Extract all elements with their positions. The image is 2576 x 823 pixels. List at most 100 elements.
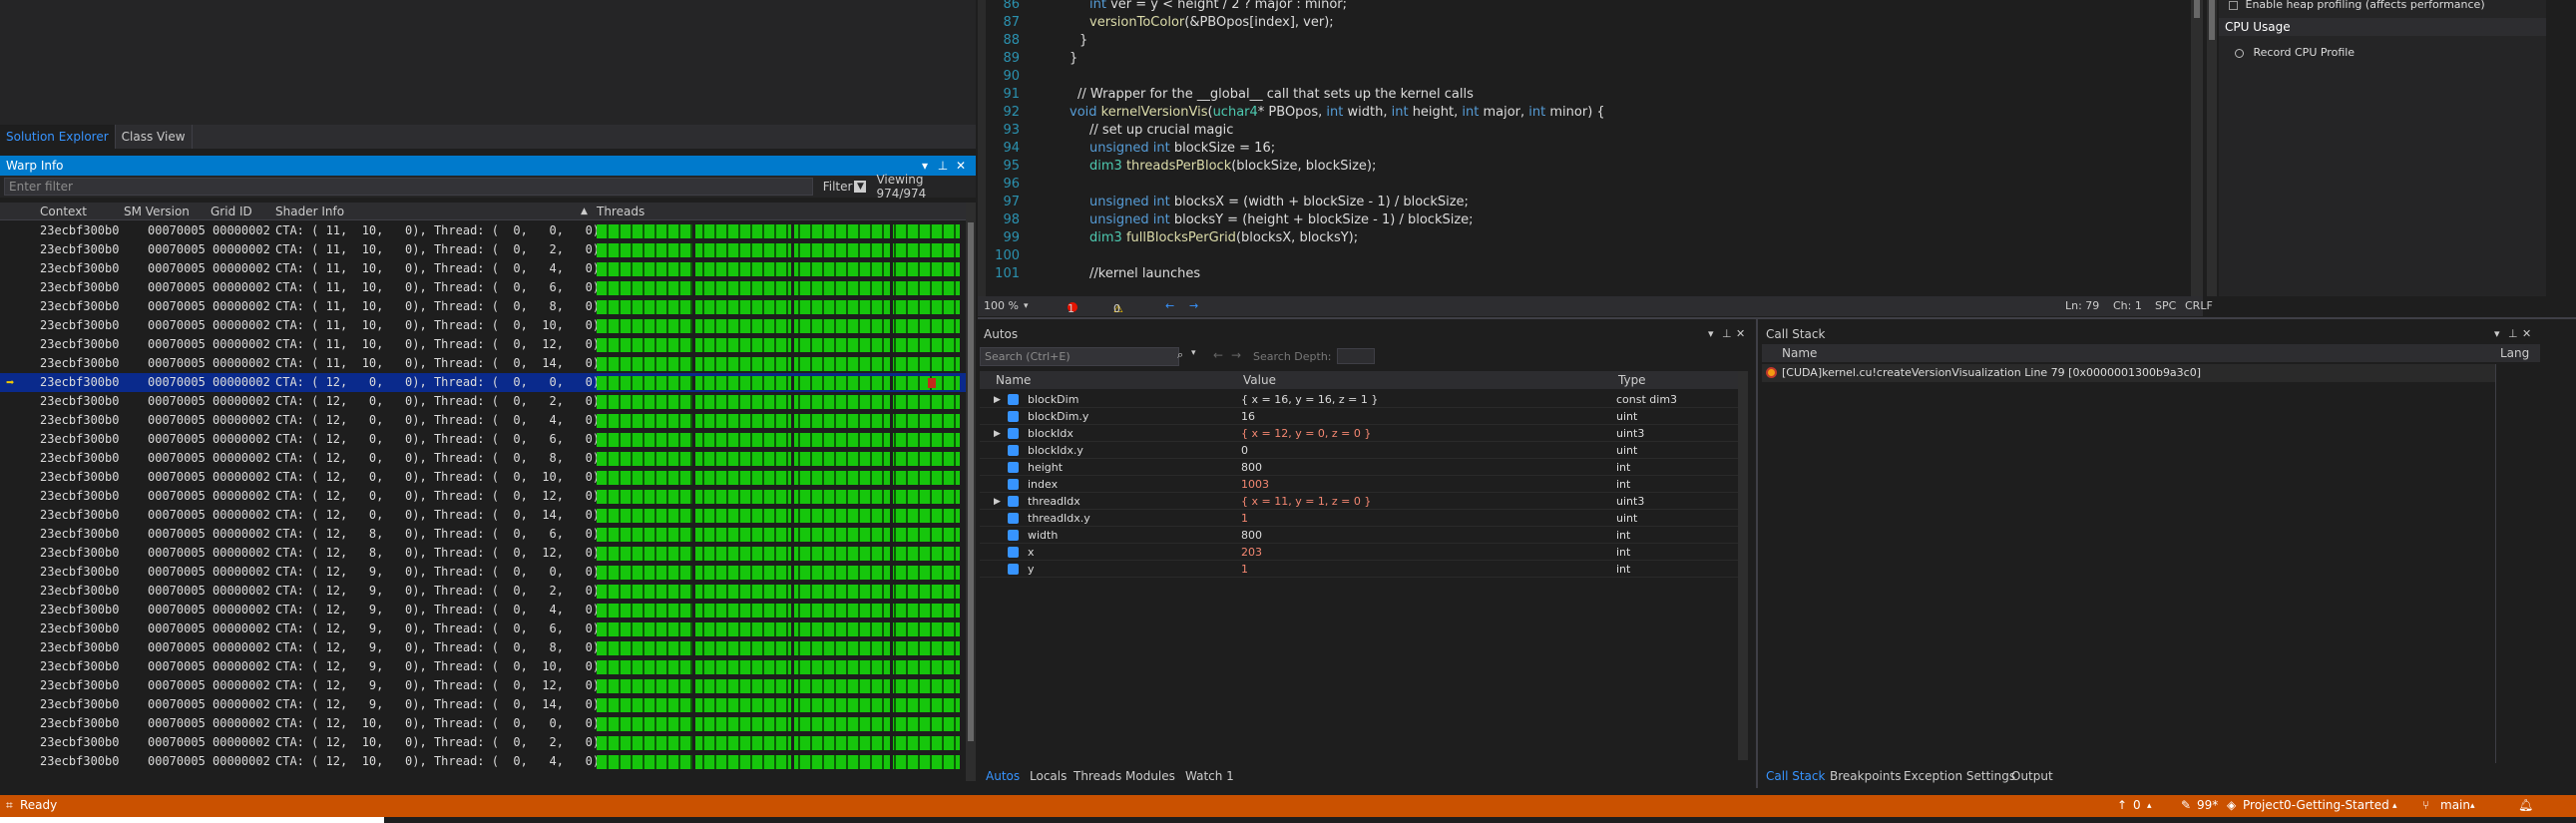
tab-call-stack[interactable]: Call Stack <box>1766 769 1825 783</box>
filter-button[interactable]: Filter ▼ <box>823 180 867 194</box>
col-threads[interactable]: Threads <box>597 205 644 218</box>
dropdown-icon[interactable]: ▾ <box>2494 327 2500 340</box>
thread-lanes[interactable] <box>597 262 960 276</box>
thread-lanes[interactable] <box>597 509 960 523</box>
code-line[interactable]: 93 // set up crucial magic <box>978 123 2185 141</box>
thread-lanes[interactable] <box>597 357 960 371</box>
col-shader-info[interactable]: Shader Info <box>275 205 344 218</box>
table-row[interactable]: 23ecbf300b0 00070005 00000002 CTA: ( 12, 9,… <box>0 563 966 582</box>
tab-exception-settings[interactable]: Exception Settings <box>1904 769 2015 783</box>
tab-threads[interactable]: Threads <box>1073 769 1121 783</box>
var-value[interactable]: 16 <box>1241 410 1255 423</box>
code-line[interactable]: 97 unsigned int blocksX = (width + blockS… <box>978 195 2185 212</box>
thread-lanes[interactable] <box>597 566 960 580</box>
var-value[interactable]: 1003 <box>1241 478 1269 491</box>
col-lang[interactable]: Lang <box>2500 346 2529 360</box>
nav-forward-icon[interactable]: → <box>1189 299 1198 312</box>
table-row[interactable]: 23ecbf300b0 00070005 00000002 CTA: ( 12, 9,… <box>0 676 966 695</box>
col-value[interactable]: Value <box>1243 373 1276 387</box>
thread-lanes[interactable] <box>597 319 960 333</box>
thread-lanes[interactable] <box>597 736 960 750</box>
table-row[interactable]: 23ecbf300b0 00070005 00000002 CTA: ( 11, 10… <box>0 240 966 259</box>
search-icon[interactable]: ⌕ <box>1177 348 1183 362</box>
col-sm-version[interactable]: SM Version <box>124 205 190 218</box>
var-value[interactable]: 800 <box>1241 529 1262 542</box>
zoom-level[interactable]: 100 % <box>984 299 1019 312</box>
table-row[interactable]: 23ecbf300b0 00070005 00000002 CTA: ( 12, 9,… <box>0 582 966 601</box>
project-name[interactable]: Project0-Getting-Started <box>2243 798 2389 812</box>
expand-icon[interactable]: ▶ <box>994 395 1001 405</box>
code-line[interactable]: 100 <box>978 248 2185 266</box>
close-icon[interactable]: ✕ <box>952 159 970 173</box>
thread-lanes[interactable] <box>597 528 960 542</box>
autos-row[interactable]: width 800 int <box>980 527 1738 544</box>
dropdown-icon[interactable]: ▾ <box>916 159 934 173</box>
pin-icon[interactable]: ⊥ <box>934 159 952 173</box>
thread-lanes[interactable] <box>597 604 960 617</box>
code-line[interactable]: 101 //kernel launches <box>978 266 2185 284</box>
var-value[interactable]: 1 <box>1241 512 1248 525</box>
autos-row[interactable]: ▶ blockIdx { x = 12, y = 0, z = 0 } uint3 <box>980 425 1738 442</box>
pin-icon[interactable]: ⊥ <box>1722 327 1732 340</box>
thread-lanes[interactable] <box>597 395 960 409</box>
table-row[interactable]: 23ecbf300b0 00070005 00000002 CTA: ( 12, 0,… <box>0 506 966 525</box>
autos-row[interactable]: height 800 int <box>980 459 1738 476</box>
code-line[interactable]: 95 dim3 threadsPerBlock(blockSize, blockS… <box>978 159 2185 177</box>
code-line[interactable]: 98 unsigned int blocksY = (height + block… <box>978 212 2185 230</box>
code-line[interactable]: 86 int ver = y < height / 2 ? major : min… <box>978 0 2185 15</box>
heap-profiling-item[interactable]: Enable heap profiling (affects performan… <box>2229 0 2485 11</box>
tab-autos[interactable]: Autos <box>986 769 1020 783</box>
table-row[interactable]: 23ecbf300b0 00070005 00000002 CTA: ( 12, 9,… <box>0 657 966 676</box>
col-grid-id[interactable]: Grid ID <box>211 205 252 218</box>
thread-lanes[interactable] <box>597 547 960 561</box>
pending-changes[interactable]: 99* <box>2197 798 2218 812</box>
thread-lanes[interactable] <box>597 660 960 674</box>
tab-output[interactable]: Output <box>2011 769 2053 783</box>
close-icon[interactable]: ✕ <box>2522 327 2531 340</box>
thread-lanes[interactable] <box>597 243 960 257</box>
table-row[interactable]: 23ecbf300b0 00070005 00000002 CTA: ( 12, 9,… <box>0 695 966 714</box>
table-row[interactable]: 23ecbf300b0 00070005 00000002 CTA: ( 12, 0,… <box>0 392 966 411</box>
expand-icon[interactable]: ▶ <box>994 429 1001 439</box>
table-row[interactable]: 23ecbf300b0 00070005 00000002 CTA: ( 12, 0,… <box>0 411 966 430</box>
tab-class-view[interactable]: Class View <box>116 125 193 149</box>
autos-row[interactable]: index 1003 int <box>980 476 1738 493</box>
table-row[interactable]: 23ecbf300b0 00070005 00000002 CTA: ( 12, 10… <box>0 733 966 752</box>
autos-row[interactable]: threadIdx.y 1 uint <box>980 510 1738 527</box>
tab-breakpoints[interactable]: Breakpoints <box>1830 769 1901 783</box>
thread-lanes[interactable] <box>597 471 960 485</box>
warp-scrollbar[interactable] <box>966 203 976 781</box>
diagnostics-scrollbar[interactable] <box>2207 0 2217 296</box>
table-row[interactable]: 23ecbf300b0 00070005 00000002 CTA: ( 12, 10… <box>0 714 966 733</box>
table-row[interactable]: 23ecbf300b0 00070005 00000002 CTA: ( 12, 8,… <box>0 525 966 544</box>
code-line[interactable]: 92 void kernelVersionVis(uchar4* PBOpos, … <box>978 105 2185 123</box>
col-type[interactable]: Type <box>1618 373 1646 387</box>
search-depth-select[interactable] <box>1337 348 1375 364</box>
editor-scrollbar[interactable] <box>2191 0 2203 296</box>
thread-lanes[interactable] <box>597 338 960 352</box>
table-row[interactable]: 23ecbf300b0 00070005 00000002 CTA: ( 11, 10… <box>0 297 966 316</box>
thread-lanes[interactable] <box>597 698 960 712</box>
autos-row[interactable]: y 1 int <box>980 561 1738 578</box>
code-line[interactable]: 96 <box>978 177 2185 195</box>
thread-lanes[interactable] <box>597 414 960 428</box>
table-row[interactable]: 23ecbf300b0 00070005 00000002 CTA: ( 12, 0,… <box>0 468 966 487</box>
autos-scrollbar[interactable] <box>1738 371 1748 760</box>
autos-search-input[interactable] <box>980 347 1179 366</box>
thread-lanes[interactable] <box>597 755 960 769</box>
push-count[interactable]: 0 <box>2133 798 2141 812</box>
col-context[interactable]: Context <box>40 205 87 218</box>
thread-lanes[interactable] <box>597 224 960 238</box>
table-row[interactable]: 23ecbf300b0 00070005 00000002 CTA: ( 12, 9,… <box>0 601 966 619</box>
var-value[interactable]: 203 <box>1241 546 1262 559</box>
code-line[interactable]: 99 dim3 fullBlocksPerGrid(blocksX, blocks… <box>978 230 2185 248</box>
table-row[interactable]: 23ecbf300b0 00070005 00000002 CTA: ( 12, 10… <box>0 752 966 771</box>
indent-mode[interactable]: SPC <box>2155 299 2176 312</box>
thread-lanes[interactable] <box>597 679 960 693</box>
table-row[interactable]: 23ecbf300b0 00070005 00000002 CTA: ( 12, 0,… <box>0 430 966 449</box>
thread-lanes[interactable] <box>597 452 960 466</box>
thread-lanes[interactable] <box>597 585 960 599</box>
table-row[interactable]: 23ecbf300b0 00070005 00000002 CTA: ( 12, 9,… <box>0 619 966 638</box>
autos-row[interactable]: ▶ threadIdx { x = 11, y = 1, z = 0 } uint3 <box>980 493 1738 510</box>
close-icon[interactable]: ✕ <box>1736 327 1745 340</box>
